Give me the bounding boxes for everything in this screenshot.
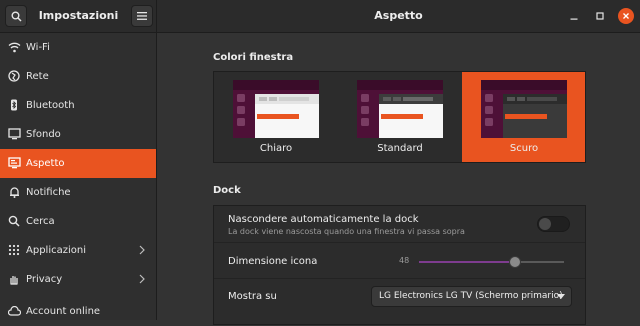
sidebar-item-appearance[interactable]: Aspetto	[0, 149, 156, 178]
theme-label: Standard	[377, 143, 423, 154]
sidebar-item-label: Privacy	[26, 274, 63, 285]
sidebar-item-privacy[interactable]: Privacy	[0, 265, 156, 294]
close-button[interactable]	[618, 8, 634, 24]
search-button[interactable]	[5, 5, 27, 27]
search-icon	[7, 214, 21, 228]
window-colors-selector: Chiaro Standard Scuro	[213, 71, 586, 163]
sidebar-item-label: Sfondo	[26, 129, 61, 140]
sidebar-item-background[interactable]: Sfondo	[0, 120, 156, 149]
slider-fill	[419, 261, 515, 263]
sidebar-header: Impostazioni	[0, 0, 157, 32]
theme-option-light[interactable]: Chiaro	[214, 72, 338, 162]
icon-size-value: 48	[399, 256, 410, 265]
theme-label: Chiaro	[259, 143, 293, 154]
chevron-right-icon	[139, 274, 145, 284]
bell-icon	[7, 185, 21, 199]
sidebar-item-search[interactable]: Cerca	[0, 207, 156, 236]
sidebar-item-bluetooth[interactable]: Bluetooth	[0, 91, 156, 120]
menu-button[interactable]	[131, 5, 153, 27]
background-icon	[7, 127, 21, 141]
theme-preview-dark	[481, 80, 567, 138]
chevron-down-icon	[557, 294, 565, 299]
cloud-icon	[7, 304, 21, 318]
dock-settings-panel: Nascondere automaticamente la dock La do…	[213, 205, 586, 325]
close-icon	[623, 13, 629, 19]
sidebar-item-label: Bluetooth	[26, 100, 75, 111]
sidebar-item-label: Aspetto	[26, 158, 65, 169]
sidebar: Wi-Fi Rete Bluetooth Sfondo Aspetto Noti…	[0, 33, 157, 320]
hand-icon	[7, 272, 21, 286]
apps-icon	[7, 243, 21, 257]
sidebar-item-notifications[interactable]: Notifiche	[0, 178, 156, 207]
row-divider	[214, 278, 585, 279]
theme-preview-light	[233, 80, 319, 138]
sidebar-item-label: Rete	[26, 71, 49, 82]
theme-preview-standard	[357, 80, 443, 138]
maximize-button[interactable]	[592, 8, 608, 24]
monitor-dropdown-value: LG Electronics LG TV (Schermo primario)	[379, 291, 563, 301]
chevron-right-icon	[139, 245, 145, 255]
sidebar-item-label: Applicazioni	[26, 245, 86, 256]
sidebar-item-label: Wi-Fi	[26, 42, 50, 53]
sidebar-item-label: Notifiche	[26, 187, 71, 198]
sidebar-item-label: Cerca	[26, 216, 55, 227]
search-icon	[11, 11, 22, 22]
appearance-icon	[7, 156, 21, 170]
main-content: Colori finestra Chiaro Standard Scuro Do…	[157, 33, 640, 325]
icon-size-slider[interactable]	[419, 256, 564, 268]
theme-label: Scuro	[509, 143, 539, 154]
hamburger-icon	[137, 12, 147, 20]
network-icon	[7, 69, 21, 83]
row-divider	[214, 242, 585, 243]
sidebar-item-wifi[interactable]: Wi-Fi	[0, 33, 156, 62]
monitor-dropdown[interactable]: LG Electronics LG TV (Schermo primario)	[371, 286, 572, 307]
wifi-icon	[7, 40, 21, 54]
theme-option-standard[interactable]: Standard	[338, 72, 462, 162]
sidebar-item-online-accounts[interactable]: Account online	[0, 297, 156, 326]
sidebar-item-network[interactable]: Rete	[0, 62, 156, 91]
monitor-label: Mostra su	[228, 291, 277, 302]
dock-title: Dock	[213, 185, 241, 196]
sidebar-item-applications[interactable]: Applicazioni	[0, 236, 156, 265]
slider-thumb[interactable]	[508, 256, 521, 268]
icon-size-label: Dimensione icona	[228, 256, 318, 267]
autohide-label: Nascondere automaticamente la dock	[228, 214, 419, 225]
theme-option-dark[interactable]: Scuro	[462, 72, 585, 162]
minimize-button[interactable]	[566, 8, 582, 24]
bluetooth-icon	[7, 98, 21, 112]
sidebar-item-label: Account online	[26, 306, 101, 317]
maximize-icon	[596, 12, 604, 20]
toggle-knob	[539, 218, 551, 230]
header-bar: Impostazioni Aspetto	[0, 0, 640, 33]
autohide-toggle[interactable]	[537, 216, 570, 232]
minimize-icon	[570, 18, 578, 20]
window-colors-title: Colori finestra	[213, 52, 294, 63]
autohide-description: La dock viene nascosta quando una finest…	[228, 227, 465, 236]
